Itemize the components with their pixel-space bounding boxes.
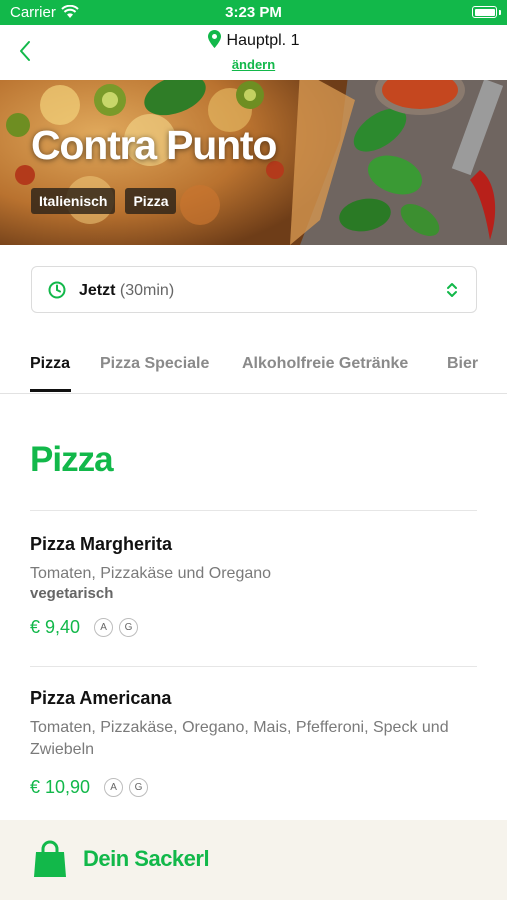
restaurant-hero: Contra Punto Italienisch Pizza: [0, 80, 507, 245]
section-title: Pizza: [30, 440, 114, 479]
category-tabs: Pizza Pizza Speciale Alkoholfreie Geträn…: [0, 332, 507, 394]
menu-item-name: Pizza Americana: [30, 688, 172, 708]
delivery-time-selector[interactable]: Jetzt (30min): [31, 266, 477, 313]
menu-item-description: Tomaten, Pizzakäse, Oregano, Mais, Pfeff…: [30, 719, 449, 758]
restaurant-name: Contra Punto: [31, 122, 277, 168]
cuisine-tag: Italienisch: [31, 188, 116, 214]
delivery-location: Hauptpl. 1: [0, 30, 507, 53]
tab-alkoholfreie-getraenke[interactable]: Alkoholfreie Getränke: [242, 355, 408, 373]
allergen-badge[interactable]: G: [119, 618, 139, 637]
chevron-updown-icon: [446, 281, 458, 304]
menu-item[interactable]: Pizza Americana Tomaten, Pizzakäse, Oreg…: [30, 688, 477, 798]
tab-bier[interactable]: Bier: [447, 355, 478, 373]
allergen-badge[interactable]: G: [129, 778, 149, 797]
active-tab-indicator: [30, 389, 71, 392]
status-time: 3:23 PM: [225, 4, 282, 21]
clock-icon: [48, 281, 66, 304]
tab-pizza-speciale[interactable]: Pizza Speciale: [100, 355, 209, 373]
menu-item-price: € 9,40: [30, 617, 81, 637]
menu-item-description: Tomaten, Pizzakäse und Oregano: [30, 565, 272, 582]
delivery-time-detail: (30min): [119, 282, 175, 299]
cart-label: Dein Sackerl: [83, 846, 210, 871]
battery-tip: [499, 10, 501, 15]
change-location-link[interactable]: ändern: [0, 57, 507, 72]
menu-item-note: vegetarisch: [30, 585, 114, 602]
delivery-time-text: Jetzt (30min): [79, 282, 174, 300]
divider: [30, 666, 477, 667]
cuisine-tag: Pizza: [125, 188, 177, 214]
menu-item-price-row: € 9,40 A G: [30, 617, 477, 638]
menu-item-price-row: € 10,90 A G: [30, 777, 477, 798]
battery-icon: [472, 6, 497, 18]
status-bar: Carrier 3:23 PM: [0, 0, 507, 25]
menu-item-name: Pizza Margherita: [30, 534, 173, 554]
restaurant-tags: Italienisch Pizza: [31, 188, 177, 214]
menu-item[interactable]: Pizza Margherita Tomaten, Pizzakäse und …: [30, 534, 477, 638]
cart-bar[interactable]: Dein Sackerl: [0, 820, 507, 900]
allergen-badge[interactable]: A: [94, 618, 114, 637]
delivery-time-label: Jetzt: [79, 282, 116, 299]
allergen-badge[interactable]: A: [104, 778, 124, 797]
divider: [30, 510, 477, 511]
shopping-bag-icon: [33, 840, 67, 883]
location-pin-icon: [207, 30, 221, 53]
location-address: Hauptpl. 1: [226, 32, 300, 49]
nav-bar: Hauptpl. 1 ändern: [0, 25, 507, 80]
menu-item-price: € 10,90: [30, 777, 91, 797]
tab-pizza[interactable]: Pizza: [30, 355, 70, 373]
